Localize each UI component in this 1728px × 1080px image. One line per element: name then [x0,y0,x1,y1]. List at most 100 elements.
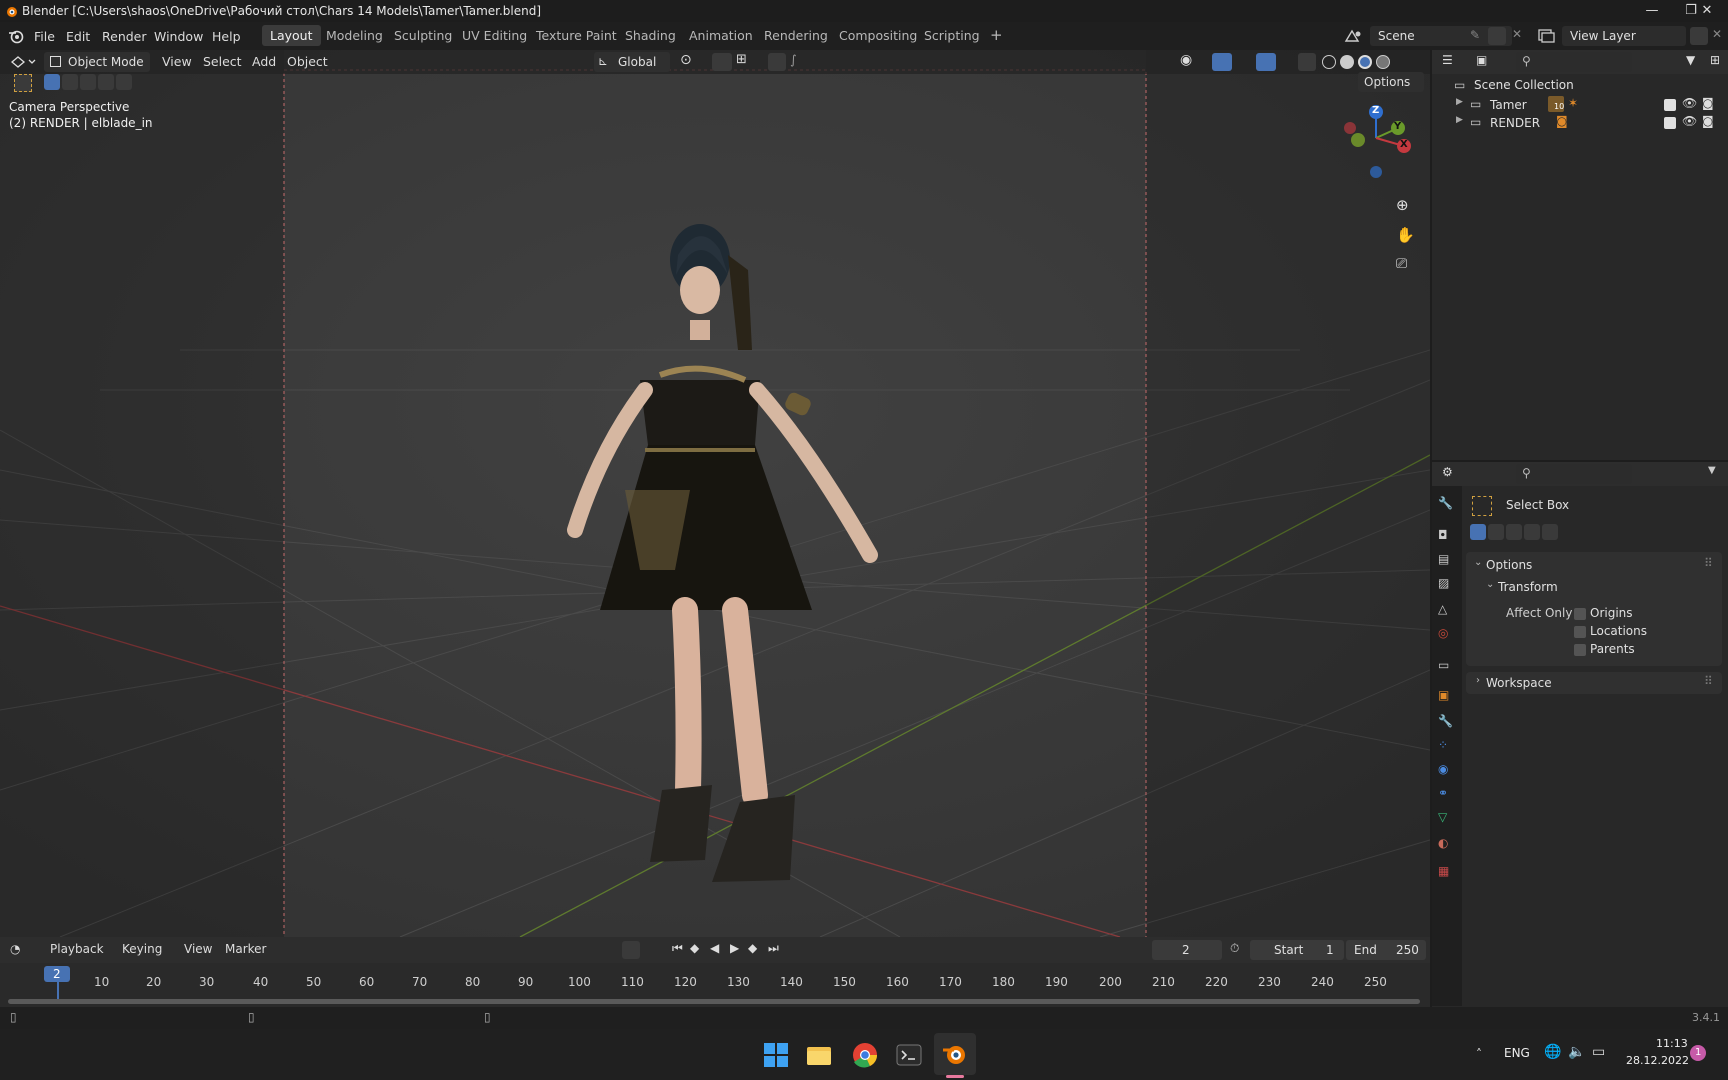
view-layer-tab-icon[interactable]: ▨ [1438,576,1456,594]
file-explorer-icon[interactable] [806,1043,832,1067]
expand-icon[interactable]: ▶ [1456,97,1463,107]
play-reverse-icon[interactable]: ◀ [710,941,719,955]
origins-checkbox[interactable] [1574,608,1586,620]
chrome-icon[interactable] [852,1042,878,1068]
mode-extend-icon[interactable] [1488,524,1504,540]
camera-view-icon[interactable]: ⎚ [1396,256,1407,272]
viewport-menu-view[interactable]: View [162,54,192,69]
pan-hand-icon[interactable]: ✋ [1396,226,1415,244]
menu-file[interactable]: File [28,27,61,46]
drag-handle-icon[interactable]: ⠿ [1704,556,1713,570]
rendered-shading-icon[interactable] [1376,55,1390,69]
new-scene-icon[interactable] [1488,27,1506,45]
timeline-menu-marker[interactable]: Marker [225,942,266,956]
collection-tab-icon[interactable]: ▭ [1438,658,1456,676]
clock-time[interactable]: 11:13 [1656,1037,1688,1050]
tab-compositing[interactable]: Compositing [831,25,925,46]
filter-icon[interactable]: ▼ [1686,53,1695,67]
select-invert-icon[interactable] [98,74,114,90]
zoom-icon[interactable]: ⊕ [1396,196,1409,214]
locations-checkbox[interactable] [1574,626,1586,638]
gizmo-toggle-icon[interactable] [1212,53,1232,71]
timeline-menu-playback[interactable]: Playback [50,942,104,956]
mode-invert-icon[interactable] [1524,524,1540,540]
material-preview-shading-icon[interactable] [1358,55,1372,69]
view-layer-selector[interactable]: View Layer [1562,26,1686,46]
viewport-menu-select[interactable]: Select [203,54,242,69]
chevron-up-icon[interactable]: ˄ [1476,1047,1482,1061]
eye-icon[interactable]: 👁 [1682,114,1697,128]
wireframe-shading-icon[interactable] [1322,55,1336,69]
mode-subtract-icon[interactable] [1506,524,1522,540]
tab-modeling[interactable]: Modeling [318,25,391,46]
render-camera-icon[interactable]: ◙ [1702,114,1714,128]
battery-icon[interactable]: ▭ [1592,1044,1605,1060]
xray-toggle-icon[interactable] [1298,53,1316,71]
particles-tab-icon[interactable]: ⁘ [1438,738,1456,756]
properties-editor-type-icon[interactable]: ⚙ [1442,465,1453,479]
falloff-icon[interactable]: ∫ [790,52,797,67]
modifier-tab-icon[interactable]: 🔧 [1438,714,1456,732]
3d-viewport[interactable]: Object Mode View Select Add Object ⊾ Glo… [0,50,1430,937]
exclude-checkbox[interactable] [1664,117,1676,129]
timeline-menu-view[interactable]: View [184,942,212,956]
editor-type-icon[interactable] [10,54,38,70]
jump-end-icon[interactable]: ⏭ [768,941,779,956]
volume-icon[interactable]: 🔈 [1568,1044,1585,1060]
tab-texture-paint[interactable]: Texture Paint [528,25,625,46]
workspace-panel-title[interactable]: Workspace [1486,676,1552,690]
blender-taskbar-button[interactable] [934,1033,976,1075]
timeline-scrollbar[interactable] [8,999,1420,1004]
close-button[interactable]: ✕ [1686,0,1728,22]
eye-icon[interactable]: 👁 [1682,96,1697,110]
menu-window[interactable]: Window [148,27,209,46]
drag-handle-icon[interactable]: ⠿ [1704,674,1713,688]
language-indicator[interactable]: ENG [1504,1046,1530,1060]
properties-search-input[interactable]: ⚲ [1516,464,1632,484]
start-frame-field[interactable]: Start 1 [1250,940,1344,960]
constraints-tab-icon[interactable]: ⚭ [1438,786,1456,804]
solid-shading-icon[interactable] [1340,55,1354,69]
chevron-down-icon[interactable]: ⌄ [1474,557,1482,568]
tab-animation[interactable]: Animation [681,25,761,46]
chevron-right-icon[interactable]: › [1476,675,1480,686]
play-icon[interactable]: ▶ [730,941,739,955]
snap-target-icon[interactable]: ⊞ [736,52,747,67]
end-frame-field[interactable]: End 250 [1346,940,1426,960]
texture-tab-icon[interactable]: ▦ [1438,864,1456,882]
render-camera-icon[interactable]: ◙ [1702,96,1714,110]
terminal-icon[interactable] [896,1043,922,1067]
options-dropdown[interactable]: Options [1358,72,1424,92]
data-tab-icon[interactable]: ▽ [1438,810,1456,828]
tab-layout[interactable]: Layout [262,25,321,46]
mode-set-icon[interactable] [1470,524,1486,540]
visibility-icon[interactable]: ◉ [1180,52,1192,68]
new-view-layer-icon[interactable] [1690,27,1708,45]
select-subtract-icon[interactable] [80,74,96,90]
display-mode-icon[interactable]: ▣ [1476,53,1487,67]
notification-badge[interactable]: 1 [1690,1045,1706,1061]
render-tab-icon[interactable]: ◘ [1438,528,1456,546]
expand-icon[interactable]: ▶ [1456,115,1463,125]
viewport-menu-object[interactable]: Object [287,54,328,69]
minimize-button[interactable]: — [1630,0,1674,22]
timeline-menu-keying[interactable]: Keying [122,942,162,956]
viewport-menu-add[interactable]: Add [252,54,276,69]
tool-tab-icon[interactable]: 🔧 [1438,496,1456,514]
material-tab-icon[interactable]: ◐ [1438,836,1456,854]
menu-help[interactable]: Help [206,27,247,46]
transform-panel-title[interactable]: Transform [1498,580,1558,594]
outliner-row-tamer[interactable]: ▶ ▭ Tamer 10 ✶ 👁 ◙ [1432,96,1728,114]
clock-date[interactable]: 28.12.2022 [1626,1054,1689,1067]
tab-sculpting[interactable]: Sculpting [386,25,460,46]
menu-render[interactable]: Render [96,27,153,46]
auto-keying-icon[interactable] [622,941,640,959]
collapse-icon[interactable]: ▼ [1708,465,1716,476]
jump-start-icon[interactable]: ⏮ [672,941,683,956]
windows-start-icon[interactable] [764,1043,788,1067]
outliner-row-render[interactable]: ▶ ▭ RENDER ◙ 👁 ◙ [1432,114,1728,132]
blender-menu-icon[interactable] [8,28,24,44]
select-extend-icon[interactable] [62,74,78,90]
chevron-down-icon[interactable]: ⌄ [1486,579,1494,590]
world-tab-icon[interactable]: ◎ [1438,626,1456,644]
